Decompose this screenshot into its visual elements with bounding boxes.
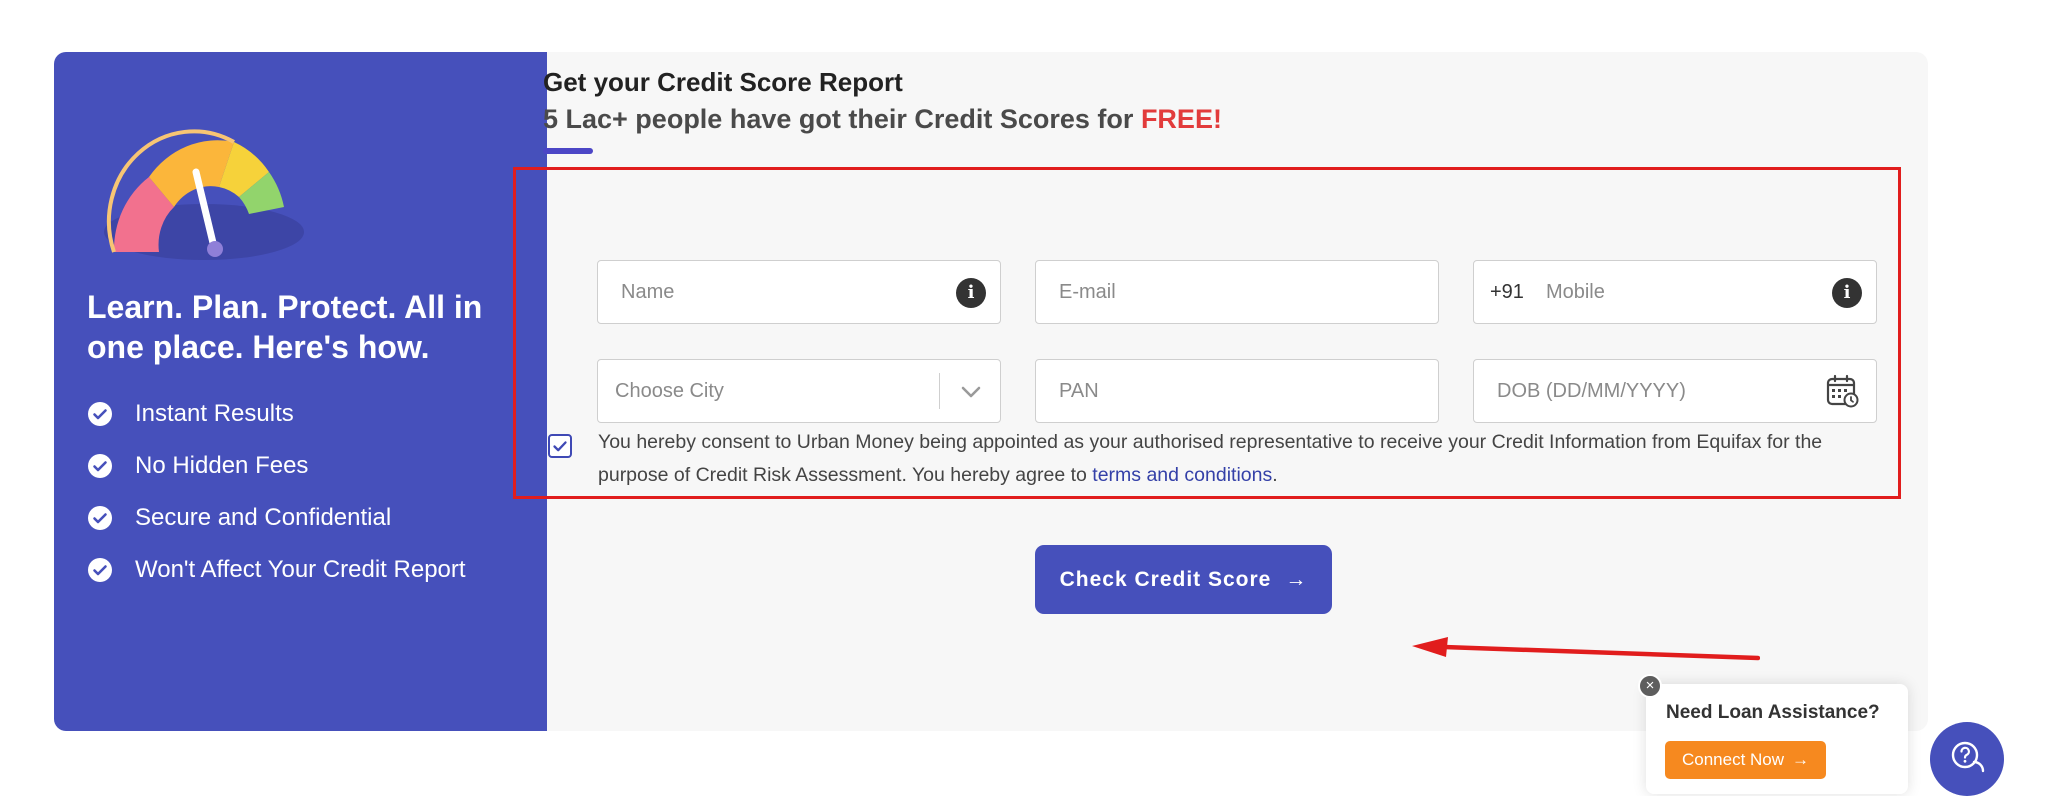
arrow-right-icon: → [1792, 750, 1810, 769]
consent-trailing: . [1272, 464, 1278, 486]
close-icon[interactable]: × [1638, 674, 1662, 698]
connect-label: Connect Now [1681, 750, 1785, 769]
form-subtitle: 5 Lac+ people have got their Credit Scor… [543, 104, 1222, 135]
info-icon[interactable]: i [956, 278, 986, 308]
check-circle-icon [88, 506, 112, 530]
subtitle-text: 5 Lac+ people have got their Credit Scor… [543, 104, 1134, 134]
email-placeholder: E-mail [1059, 280, 1116, 303]
help-title: Need Loan Assistance? [1666, 702, 1880, 723]
consent-text: You hereby consent to Urban Money being … [598, 426, 1868, 492]
mobile-field[interactable]: +91 Mobile i [1473, 260, 1877, 324]
promo-headline: Learn. Plan. Protect. All in one place. … [87, 289, 483, 365]
info-icon[interactable]: i [1832, 278, 1862, 308]
feature-label: Won't Affect Your Credit Report [135, 556, 466, 583]
pan-placeholder: PAN [1059, 379, 1099, 402]
email-field[interactable]: E-mail [1035, 260, 1439, 324]
checkmark-icon [553, 441, 567, 452]
check-circle-icon [88, 558, 112, 582]
check-circle-icon [88, 402, 112, 426]
calendar-icon[interactable] [1826, 374, 1860, 408]
title-accent-bar [543, 148, 593, 154]
chat-help-icon [1951, 741, 1985, 773]
terms-link[interactable]: terms and conditions [1092, 464, 1272, 486]
city-placeholder: Choose City [615, 379, 724, 402]
mobile-placeholder: Mobile [1545, 280, 1605, 303]
pan-field[interactable]: PAN [1035, 359, 1439, 423]
arrow-right-icon: → [1285, 567, 1308, 591]
chat-support-button[interactable] [1930, 722, 2004, 796]
chevron-down-icon[interactable] [960, 382, 982, 402]
free-highlight: FREE! [1140, 104, 1222, 134]
feature-item: No Hidden Fees [87, 440, 466, 492]
loan-assistance-widget: Need Loan Assistance? Connect Now → [1646, 684, 1908, 794]
name-placeholder: Name [621, 280, 675, 303]
credit-gauge-illustration [104, 129, 304, 260]
feature-item: Secure and Confidential [87, 492, 466, 544]
feature-label: Instant Results [135, 400, 294, 427]
submit-label: Check Credit Score [1059, 567, 1272, 591]
annotation-arrow [1412, 637, 1760, 661]
feature-list: Instant Results No Hidden Fees Secure an… [87, 388, 466, 596]
form-title: Get your Credit Score Report [543, 67, 903, 97]
select-divider [938, 373, 940, 409]
feature-item: Won't Affect Your Credit Report [87, 544, 466, 596]
feature-label: No Hidden Fees [135, 452, 309, 479]
connect-now-button[interactable]: Connect Now → [1665, 741, 1826, 779]
feature-label: Secure and Confidential [135, 504, 392, 531]
name-field[interactable]: Name i [597, 260, 1001, 324]
promo-panel: Learn. Plan. Protect. All in one place. … [54, 52, 547, 731]
dob-field[interactable]: DOB (DD/MM/YYYY) [1473, 359, 1877, 423]
city-select[interactable]: Choose City [597, 359, 1001, 423]
check-credit-score-button[interactable]: Check Credit Score → [1035, 545, 1332, 614]
country-code: +91 [1490, 280, 1524, 303]
dob-placeholder: DOB (DD/MM/YYYY) [1497, 379, 1686, 402]
consent-checkbox[interactable] [548, 434, 572, 458]
feature-item: Instant Results [87, 388, 466, 440]
check-circle-icon [88, 454, 112, 478]
